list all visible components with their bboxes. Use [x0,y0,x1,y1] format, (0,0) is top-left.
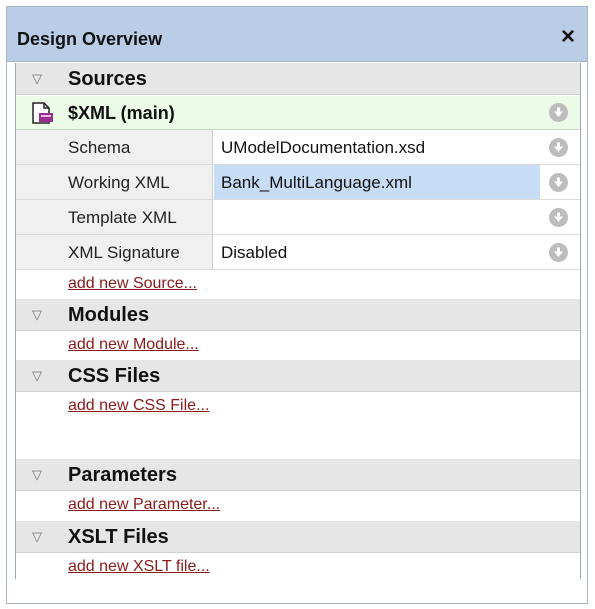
panel-titlebar: Design Overview × [7,7,587,62]
section-css-files-label: CSS Files [68,365,161,387]
collapse-triangle-icon[interactable]: ▽ [32,467,42,483]
design-overview-panel: Design Overview × ▽ Sources $XML (main) … [6,6,588,604]
property-value-working-xml[interactable]: Bank_MultiLanguage.xml [214,165,540,199]
add-parameter-link[interactable]: add new Parameter... [68,496,220,514]
property-value-template-xml[interactable] [214,200,540,234]
source-menu-icon[interactable] [549,103,568,122]
property-key: Template XML [68,208,177,227]
add-module-row: add new Module... [16,331,580,359]
working-xml-menu-icon[interactable] [549,173,568,192]
property-key: Schema [68,138,131,157]
section-xslt-files-header[interactable]: ▽ XSLT Files [16,521,580,553]
source-main-row[interactable]: $XML (main) [16,96,580,130]
property-row-xml-signature: XML Signature Disabled [16,235,580,270]
property-row-working-xml: Working XML Bank_MultiLanguage.xml [16,165,580,200]
add-module-link[interactable]: add new Module... [68,336,199,354]
property-key: Working XML [68,173,170,192]
section-sources-label: Sources [68,68,147,90]
add-source-row: add new Source... [16,270,580,298]
add-xslt-file-row: add new XSLT file... [16,553,580,581]
collapse-triangle-icon[interactable]: ▽ [32,71,42,87]
schema-menu-icon[interactable] [549,138,568,157]
section-modules-header[interactable]: ▽ Modules [16,299,580,331]
add-xslt-file-link[interactable]: add new XSLT file... [68,558,210,576]
property-row-schema: Schema UModelDocumentation.xsd [16,130,580,165]
template-xml-menu-icon[interactable] [549,208,568,227]
section-parameters-label: Parameters [68,464,177,486]
section-modules-label: Modules [68,304,150,326]
xml-signature-menu-icon[interactable] [549,243,568,262]
section-xslt-files-label: XSLT Files [68,526,169,548]
section-css-files-header[interactable]: ▽ CSS Files [16,360,580,392]
collapse-triangle-icon[interactable]: ▽ [32,529,42,545]
property-value-schema[interactable]: UModelDocumentation.xsd [214,130,540,164]
xml-file-icon [32,102,53,124]
add-css-file-link[interactable]: add new CSS File... [68,397,209,415]
section-parameters-header[interactable]: ▽ Parameters [16,459,580,491]
collapse-triangle-icon[interactable]: ▽ [32,307,42,323]
add-parameter-row: add new Parameter... [16,491,580,519]
add-source-link[interactable]: add new Source... [68,275,197,293]
property-key: XML Signature [68,243,180,262]
panel-title: Design Overview [17,29,163,49]
source-main-name: $XML (main) [68,103,175,123]
collapse-triangle-icon[interactable]: ▽ [32,368,42,384]
property-row-template-xml: Template XML [16,200,580,235]
close-icon[interactable]: × [561,25,575,49]
section-sources-header[interactable]: ▽ Sources [16,63,580,95]
property-value-xml-signature[interactable]: Disabled [214,235,540,269]
overview-tree: ▽ Sources $XML (main) Schema UModelDocum… [15,63,581,581]
add-css-file-row: add new CSS File... [16,392,580,420]
